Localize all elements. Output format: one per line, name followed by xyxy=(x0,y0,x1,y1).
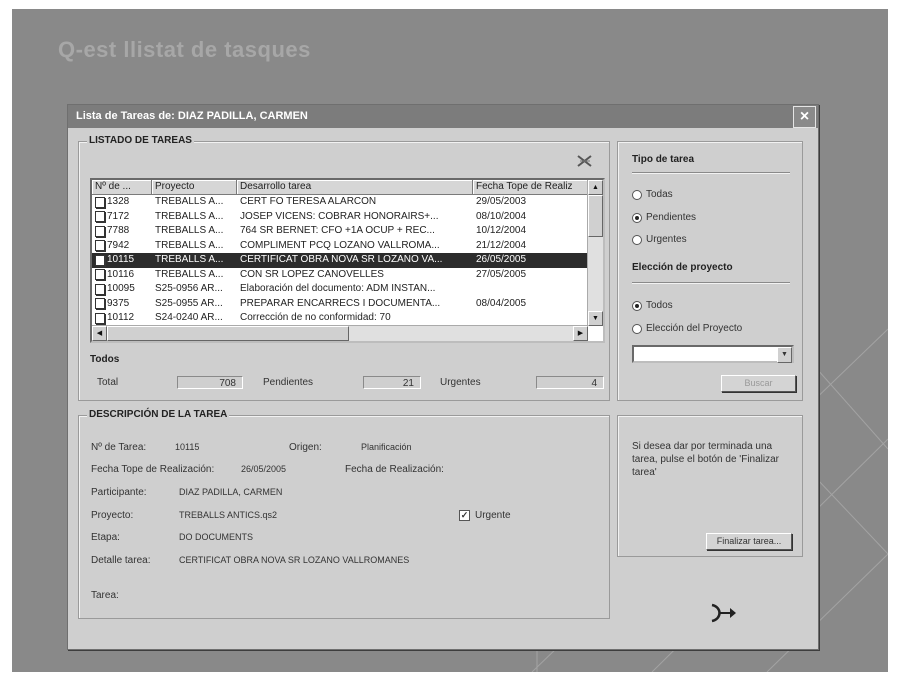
task-number-label: Nº de Tarea: xyxy=(91,442,147,453)
scroll-right-icon[interactable]: ▶ xyxy=(573,326,588,341)
radio-icon xyxy=(632,323,642,334)
table-row[interactable]: 7172 TREBALLS A... JOSEP VICENS: COBRAR … xyxy=(92,210,588,225)
pending-label: Pendientes xyxy=(263,377,314,388)
clear-filter-icon[interactable] xyxy=(577,155,593,167)
scroll-left-icon[interactable]: ◀ xyxy=(92,326,107,341)
task-list-dialog: Lista de Tareas de: DIAZ PADILLA, CARMEN… xyxy=(67,104,819,650)
document-icon xyxy=(95,298,105,310)
document-icon xyxy=(95,225,105,237)
radio-selected-icon xyxy=(632,212,642,223)
due-date-value: 26/05/2005 xyxy=(241,464,287,474)
table-row[interactable]: 9375 S25-0955 AR... PREPARAR ENCARRECS I… xyxy=(92,297,588,312)
project-combo[interactable]: ▼ xyxy=(632,345,794,363)
radio-pending-tasks[interactable]: Pendientes xyxy=(632,212,696,223)
horizontal-scroll-thumb[interactable] xyxy=(107,326,349,341)
participant-label: Participante: xyxy=(91,487,147,498)
finish-task-button[interactable]: Finalizar tarea... xyxy=(706,533,792,550)
table-row[interactable]: 10116 TREBALLS A... CON SR LOPEZ CANOVEL… xyxy=(92,268,588,283)
finish-task-group: Si desea dar por terminada una tarea, pu… xyxy=(617,415,803,557)
task-description-group: DESCRIPCIÓN DE LA TAREA Nº de Tarea: 101… xyxy=(78,409,610,619)
participant-value: DIAZ PADILLA, CARMEN xyxy=(179,487,283,497)
task-type-group: Tipo de tarea Todas Pendientes Urgentes … xyxy=(617,141,803,401)
exit-arrow-icon[interactable] xyxy=(708,602,740,624)
column-header-task[interactable]: Desarrollo tarea xyxy=(237,180,473,195)
document-icon xyxy=(95,312,105,324)
radio-all-projects[interactable]: Todos xyxy=(632,300,673,311)
project-choice-separator xyxy=(632,282,790,284)
radio-choose-project[interactable]: Elección del Proyecto xyxy=(632,323,742,334)
checkmark-icon: ✓ xyxy=(459,510,470,521)
task-label: Tarea: xyxy=(91,590,119,601)
project-value: TREBALLS ANTICS.qs2 xyxy=(179,510,278,520)
radio-urgent-tasks[interactable]: Urgentes xyxy=(632,234,687,245)
column-header-number[interactable]: Nº de ... xyxy=(92,180,152,195)
horizontal-scrollbar[interactable]: ◀ ▶ xyxy=(92,325,588,341)
project-label: Proyecto: xyxy=(91,510,134,521)
table-row[interactable]: 1328 TREBALLS A... CERT FO TERESA ALARCO… xyxy=(92,195,588,210)
table-header: Nº de ... Proyecto Desarrollo tarea Fech… xyxy=(92,180,588,195)
detail-value: CERTIFICAT OBRA NOVA SR LOZANO VALLROMAN… xyxy=(179,555,410,565)
dialog-title: Lista de Tareas de: DIAZ PADILLA, CARMEN xyxy=(76,110,308,122)
table-row[interactable]: 10095 S25-0956 AR... Elaboración del doc… xyxy=(92,282,588,297)
project-choice-title: Elección de proyecto xyxy=(632,262,733,273)
document-icon xyxy=(95,196,105,208)
scroll-up-icon[interactable]: ▲ xyxy=(588,180,603,195)
dialog-titlebar: Lista de Tareas de: DIAZ PADILLA, CARMEN xyxy=(68,105,818,128)
task-table[interactable]: Nº de ... Proyecto Desarrollo tarea Fech… xyxy=(90,178,605,343)
document-icon xyxy=(95,269,105,281)
finish-info-text: Si desea dar por terminada una tarea, pu… xyxy=(632,441,779,478)
radio-icon xyxy=(632,234,642,245)
stage-label: Etapa: xyxy=(91,532,120,543)
column-header-project[interactable]: Proyecto xyxy=(152,180,237,195)
total-value: 708 xyxy=(177,376,243,389)
stage-value: DO DOCUMENTS xyxy=(179,532,253,542)
document-icon xyxy=(95,254,105,266)
scroll-down-icon[interactable]: ▼ xyxy=(588,311,603,326)
origin-value: Planificación xyxy=(361,442,412,452)
search-button[interactable]: Buscar xyxy=(721,375,796,392)
urgent-value: 4 xyxy=(536,376,604,389)
vertical-scroll-thumb[interactable] xyxy=(588,195,603,237)
table-row-selected[interactable]: 10115 TREBALLS A... CERTIFICAT OBRA NOVA… xyxy=(92,253,588,268)
total-label: Total xyxy=(97,377,119,388)
pending-value: 21 xyxy=(363,376,421,389)
task-type-title: Tipo de tarea xyxy=(632,154,695,165)
vertical-scrollbar[interactable]: ▲ ▼ xyxy=(587,180,603,326)
document-icon xyxy=(95,283,105,295)
table-row[interactable]: 7942 TREBALLS A... COMPLIMENT PCQ LOZANO… xyxy=(92,239,588,254)
table-row[interactable]: 7788 TREBALLS A... 764 SR BERNET: CFO +1… xyxy=(92,224,588,239)
radio-selected-icon xyxy=(632,300,642,311)
chevron-down-icon[interactable]: ▼ xyxy=(777,347,792,363)
column-header-due-date[interactable]: Fecha Tope de Realiz xyxy=(473,180,588,195)
detail-label: Detalle tarea: xyxy=(91,555,151,566)
task-type-separator xyxy=(632,172,790,174)
due-date-label: Fecha Tope de Realización: xyxy=(91,464,215,475)
task-description-title: DESCRIPCIÓN DE LA TAREA xyxy=(87,409,230,420)
urgent-checkbox[interactable]: ✓ Urgente xyxy=(459,510,511,521)
done-date-label: Fecha de Realización: xyxy=(345,464,444,475)
totals-heading: Todos xyxy=(90,354,120,365)
table-row[interactable]: 10112 S24-0240 AR... Corrección de no co… xyxy=(92,311,588,326)
radio-all-tasks[interactable]: Todas xyxy=(632,189,673,200)
task-number-value: 10115 xyxy=(175,442,200,452)
document-icon xyxy=(95,240,105,252)
document-icon xyxy=(95,211,105,223)
task-list-group: LISTADO DE TAREAS Nº de ... Proyecto Des… xyxy=(78,135,610,401)
task-list-group-title: LISTADO DE TAREAS xyxy=(87,135,194,146)
origin-label: Origen: xyxy=(289,442,322,453)
radio-icon xyxy=(632,189,642,200)
close-icon[interactable]: × xyxy=(793,106,816,128)
urgent-label: Urgentes xyxy=(440,377,481,388)
